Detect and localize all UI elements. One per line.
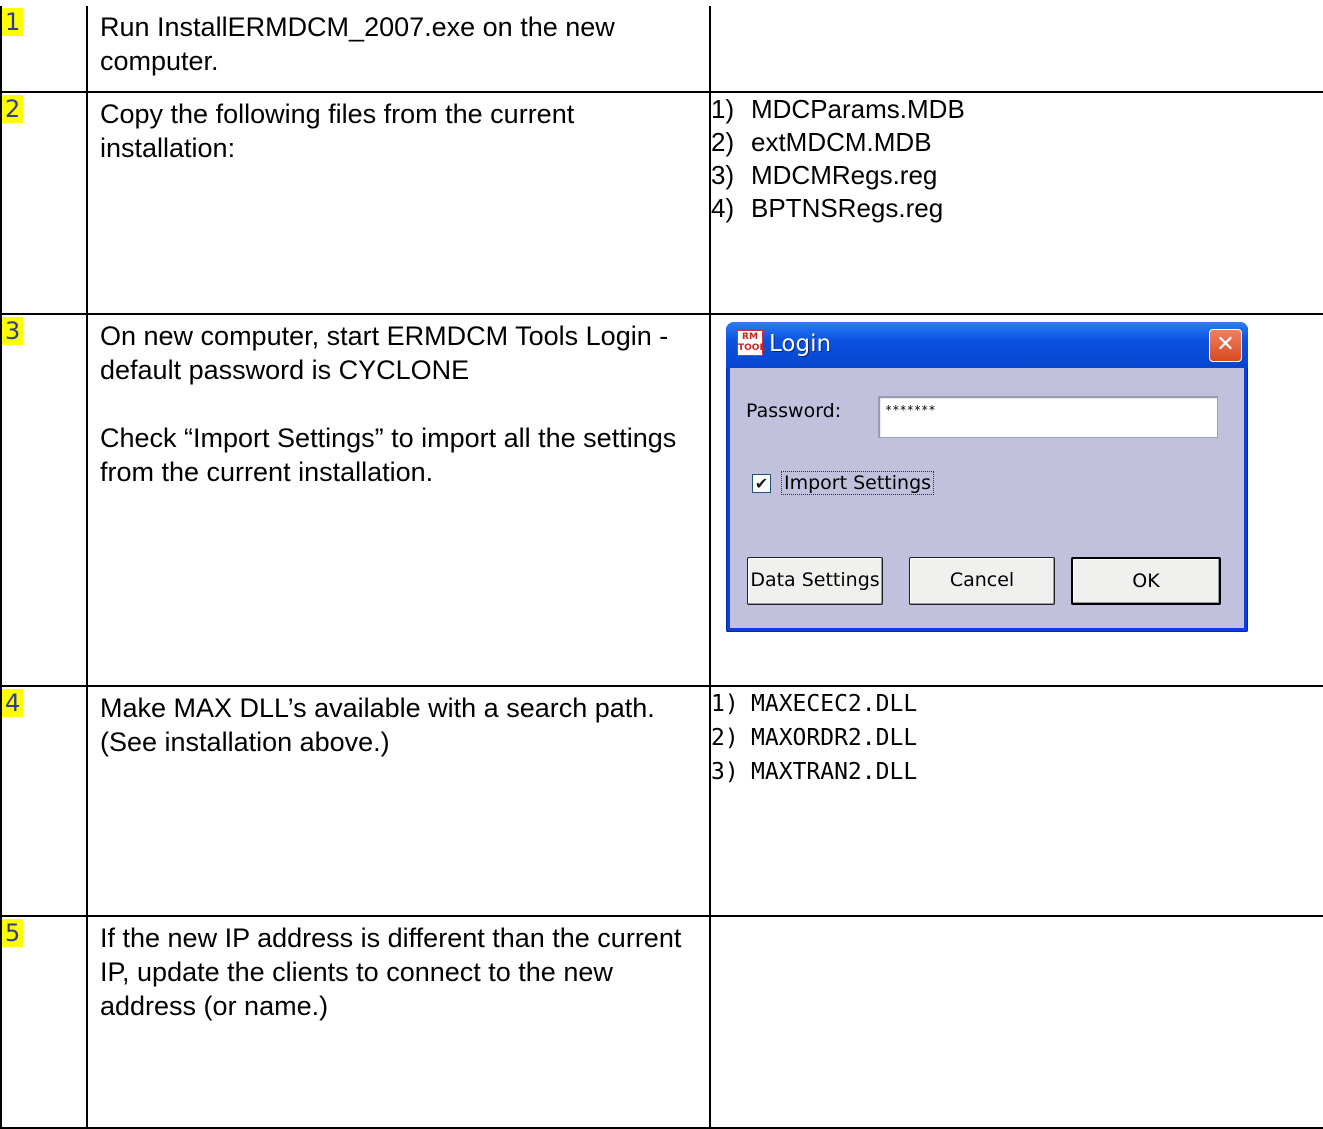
step-number: 3 <box>2 317 24 345</box>
list-item: 2) extMDCM.MDB <box>711 127 932 157</box>
step-number-cell: 4 <box>0 685 88 917</box>
instruction-cell: On new computer, start ERMDCM Tools Logi… <box>86 313 711 687</box>
instruction-text: Run InstallERMDCM_2007.exe on the new co… <box>100 12 615 76</box>
instruction-cell: If the new IP address is different than … <box>86 915 711 1129</box>
list-item: 3) MDCMRegs.reg <box>711 160 938 190</box>
password-label: Password: <box>746 400 842 422</box>
list-item: 1) MDCParams.MDB <box>711 94 965 124</box>
dialog-title-bar[interactable]: RM TOOL Login ✕ <box>726 322 1248 368</box>
list-item: 4) BPTNSRegs.reg <box>711 193 944 223</box>
instruction-text: Check “Import Settings” to import all th… <box>100 423 677 487</box>
step-number: 2 <box>2 95 24 123</box>
instruction-text: Copy the following files from the curren… <box>100 99 575 163</box>
list-item: 1) MAXECEC2.DLL <box>711 691 918 717</box>
steps-table: 1 Run InstallERMDCM_2007.exe on the new … <box>0 6 1323 1129</box>
ok-button[interactable]: OK <box>1071 557 1221 605</box>
step-row: 2 Copy the following files from the curr… <box>0 91 1323 315</box>
step-row: 1 Run InstallERMDCM_2007.exe on the new … <box>0 6 1323 93</box>
instruction-cell: Copy the following files from the curren… <box>86 91 711 315</box>
step-number-cell: 3 <box>0 313 88 687</box>
list-item: 2) MAXORDR2.DLL <box>711 725 918 751</box>
instruction-text: Make MAX DLL’s available with a search p… <box>100 693 655 757</box>
detail-cell <box>709 6 1323 93</box>
detail-cell: 1) MDCParams.MDB 2) extMDCM.MDB 3) MDCMRegs… <box>709 91 1323 315</box>
step-row: 3 On new computer, start ERMDCM Tools Lo… <box>0 313 1323 687</box>
step-number-cell: 1 <box>0 6 88 93</box>
detail-cell: RM TOOL Login ✕ Password: ******* ✔ Impo… <box>709 313 1323 687</box>
close-button[interactable]: ✕ <box>1209 329 1242 362</box>
app-icon: RM TOOL <box>737 330 765 356</box>
password-input[interactable]: ******* <box>878 396 1218 438</box>
instruction-cell: Make MAX DLL’s available with a search p… <box>86 685 711 917</box>
instruction-text: On new computer, start ERMDCM Tools Logi… <box>100 321 669 385</box>
import-settings-row[interactable]: ✔ Import Settings <box>752 471 935 495</box>
list-item: 3) MAXTRAN2.DLL <box>711 759 918 785</box>
import-settings-label[interactable]: Import Settings <box>781 471 935 495</box>
detail-cell: 1) MAXECEC2.DLL 2) MAXORDR2.DLL 3) MAXTRAN2… <box>709 685 1323 917</box>
detail-cell <box>709 915 1323 1129</box>
data-settings-button[interactable]: Data Settings <box>747 557 883 605</box>
dll-list: 1) MAXECEC2.DLL 2) MAXORDR2.DLL 3) MAXTRAN2… <box>711 687 1323 789</box>
dialog-body: Password: ******* ✔ Import Settings Data… <box>730 368 1244 628</box>
file-list: 1) MDCParams.MDB 2) extMDCM.MDB 3) MDCMRegs… <box>711 93 1323 225</box>
import-settings-checkbox[interactable]: ✔ <box>752 473 771 493</box>
instruction-cell: Run InstallERMDCM_2007.exe on the new co… <box>86 6 711 93</box>
step-number-cell: 5 <box>0 915 88 1129</box>
step-row: 5 If the new IP address is different tha… <box>0 915 1323 1129</box>
login-dialog: RM TOOL Login ✕ Password: ******* ✔ Impo… <box>726 322 1248 632</box>
instruction-text: If the new IP address is different than … <box>100 923 682 1021</box>
step-number-cell: 2 <box>0 91 88 315</box>
step-row: 4 Make MAX DLL’s available with a search… <box>0 685 1323 917</box>
step-number: 1 <box>2 8 24 36</box>
step-number: 5 <box>2 919 24 947</box>
dialog-title: Login <box>769 331 832 357</box>
cancel-button[interactable]: Cancel <box>909 557 1055 605</box>
step-number: 4 <box>2 689 24 717</box>
